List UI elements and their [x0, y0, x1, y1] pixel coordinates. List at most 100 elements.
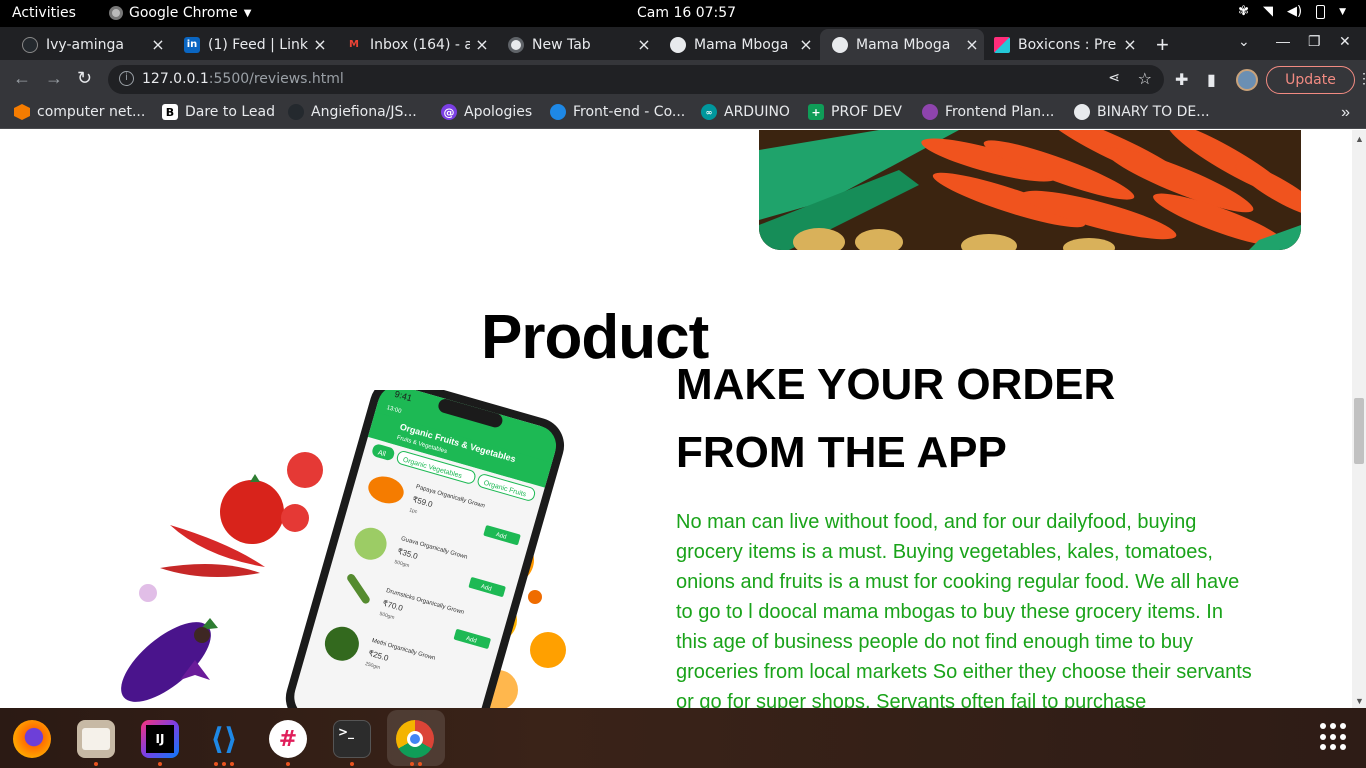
bookmark-item[interactable]: Angiefiona/JS... — [288, 104, 417, 120]
vegetable-crate-image — [759, 130, 1301, 250]
bookmark-item[interactable]: Front-end - Co... — [550, 104, 685, 120]
planner-icon — [922, 104, 938, 120]
chrome-icon[interactable] — [396, 720, 434, 758]
spiral-icon: @ — [441, 104, 457, 120]
app-name-label: Google Chrome — [129, 5, 238, 21]
gmail-icon: M — [349, 39, 359, 50]
tab-title: Mama Mboga — [694, 36, 789, 53]
firefox-icon[interactable] — [13, 720, 51, 758]
heading-line-2: FROM THE APP — [676, 428, 1007, 477]
sheets-icon: + — [808, 104, 824, 120]
vscode-icon[interactable]: ⟨⟩ — [205, 720, 243, 758]
volume-icon: ◀) — [1287, 4, 1303, 19]
slack-icon[interactable]: # — [269, 720, 307, 758]
globe-icon — [1074, 104, 1090, 120]
chrome-icon — [109, 6, 123, 20]
scrollbar-thumb[interactable] — [1354, 398, 1364, 464]
tab-search-chevron-icon[interactable]: ⌄ — [1238, 33, 1250, 50]
files-icon[interactable] — [77, 720, 115, 758]
heading-line-1: MAKE YOUR ORDER — [676, 360, 1116, 409]
browser-toolbar: ← → ↻ i 127.0.0.1:5500/reviews.html ⋖ ☆ … — [0, 60, 1366, 98]
github-icon — [288, 104, 304, 120]
boxicons-icon — [994, 36, 1010, 53]
minimize-icon[interactable]: — — [1276, 33, 1290, 49]
maximize-icon[interactable]: ❐ — [1308, 33, 1321, 50]
battery-icon — [1316, 4, 1326, 19]
more-menu-icon[interactable]: ⋮ — [1357, 70, 1366, 87]
address-bar[interactable]: i 127.0.0.1:5500/reviews.html ⋖ ☆ — [108, 65, 1164, 94]
extensions-puzzle-icon[interactable]: ✚ — [1175, 70, 1188, 90]
hexagon-icon — [14, 104, 30, 120]
running-indicator — [410, 762, 414, 766]
running-indicator — [350, 762, 354, 766]
scroll-down-arrow-icon[interactable]: ▼ — [1355, 696, 1364, 706]
running-indicator — [214, 762, 218, 766]
github-icon — [22, 36, 38, 53]
bookmark-item[interactable]: B Dare to Lead — [162, 104, 275, 120]
side-panel-icon[interactable]: ▮ — [1207, 70, 1216, 90]
tab-mama-mboga-1[interactable]: Mama Mboga × — [648, 29, 818, 60]
running-indicator — [158, 762, 162, 766]
system-top-bar: Activities Google Chrome ▼ Cam 16 07:57 … — [0, 0, 1366, 27]
profile-avatar[interactable] — [1236, 69, 1258, 91]
chrome-icon — [508, 36, 524, 53]
page-scrollbar[interactable]: ▲ ▼ — [1352, 130, 1366, 708]
system-tray[interactable]: ✾ ◥ ◀) ▼ — [1238, 4, 1346, 19]
tab-github[interactable]: Ivy-aminga × — [0, 29, 170, 60]
running-indicator — [94, 762, 98, 766]
window-close-icon[interactable]: ✕ — [1339, 33, 1351, 50]
arduino-icon: ∞ — [701, 104, 717, 120]
running-indicator — [286, 762, 290, 766]
settings-cog-icon: ✾ — [1238, 4, 1249, 19]
site-info-icon[interactable]: i — [119, 71, 134, 86]
bookmark-item[interactable]: BINARY TO DE... — [1074, 104, 1210, 120]
tab-title: Boxicons : Pre — [1018, 36, 1117, 53]
tab-gmail[interactable]: M Inbox (164) - ar × — [324, 29, 494, 60]
scroll-up-arrow-icon[interactable]: ▲ — [1355, 134, 1364, 144]
bookmark-item[interactable]: computer net... — [14, 104, 145, 120]
globe-icon — [670, 36, 686, 53]
close-icon[interactable]: × — [794, 35, 818, 54]
reload-icon[interactable]: ↻ — [77, 68, 92, 89]
tab-mama-mboga-active[interactable]: Mama Mboga × — [820, 29, 984, 60]
wifi-icon: ◥ — [1263, 4, 1273, 19]
tab-title: Inbox (164) - ar — [370, 36, 470, 53]
running-indicator — [222, 762, 226, 766]
bookmarks-overflow-icon[interactable]: » — [1341, 104, 1350, 122]
tab-boxicons[interactable]: Boxicons : Pre × — [972, 29, 1142, 60]
bookmark-item[interactable]: ∞ ARDUINO — [701, 104, 790, 120]
new-tab-plus-icon[interactable]: + — [1156, 32, 1169, 58]
bookmark-item[interactable]: @ Apologies — [441, 104, 532, 120]
bookmarks-bar: computer net... B Dare to Lead Angiefion… — [0, 98, 1366, 129]
tab-title: New Tab — [532, 36, 591, 53]
section-title: Product — [481, 303, 709, 372]
ubuntu-dock: IJ ⟨⟩ # >_ — [0, 708, 1366, 768]
tab-new-tab[interactable]: New Tab × — [486, 29, 656, 60]
terminal-icon[interactable]: >_ — [333, 720, 371, 758]
bookmark-star-icon[interactable]: ☆ — [1138, 69, 1152, 88]
show-applications-grid-icon[interactable] — [1320, 723, 1348, 751]
share-icon[interactable]: ⋖ — [1108, 70, 1120, 86]
caret-down-icon: ▼ — [243, 7, 252, 19]
close-icon[interactable]: × — [1118, 35, 1142, 54]
forward-arrow-icon[interactable]: → — [45, 68, 63, 89]
url-text[interactable]: 127.0.0.1:5500/reviews.html — [142, 71, 344, 87]
clock[interactable]: Cam 16 07:57 — [637, 5, 736, 21]
tab-title: (1) Feed | Linke — [208, 36, 308, 53]
intellij-icon[interactable]: IJ — [141, 720, 179, 758]
running-indicator — [418, 762, 422, 766]
app-menu[interactable]: Google Chrome ▼ — [109, 5, 251, 21]
tab-title: Ivy-aminga — [46, 36, 124, 53]
globe-icon — [832, 36, 848, 53]
bookmark-item[interactable]: Frontend Plan... — [922, 104, 1054, 120]
phone-app-illustration: 9:41 13:00 Organic Fruits & Vegetables F… — [100, 377, 580, 708]
back-arrow-icon[interactable]: ← — [13, 68, 31, 89]
tab-linkedin[interactable]: in (1) Feed | Linke × — [162, 29, 332, 60]
update-button[interactable]: Update — [1266, 66, 1355, 94]
product-description: No man can live without food, and for ou… — [676, 511, 1252, 708]
b-icon: B — [162, 104, 178, 120]
running-indicator — [230, 762, 234, 766]
headset-icon — [550, 104, 566, 120]
activities-button[interactable]: Activities — [12, 5, 76, 21]
bookmark-item[interactable]: + PROF DEV — [808, 104, 902, 120]
